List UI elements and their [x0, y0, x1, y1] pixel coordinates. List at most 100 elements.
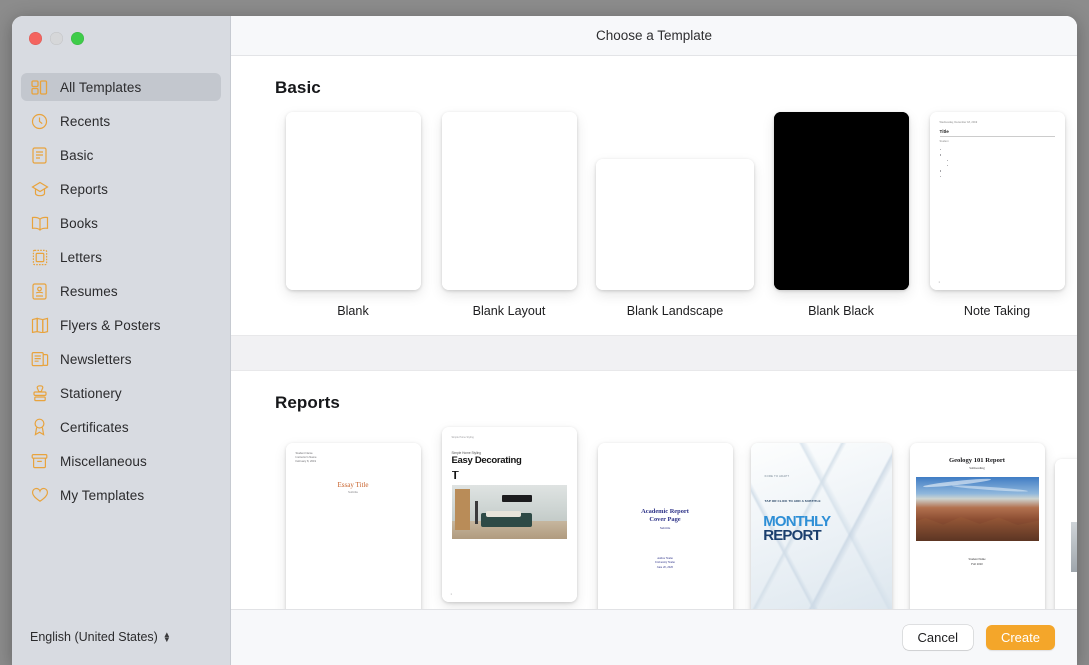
sidebar-item-flyers-posters[interactable]: Flyers & Posters — [21, 311, 221, 339]
thumb-page-number: 1 — [451, 593, 452, 596]
sidebar-item-reports[interactable]: Reports — [21, 175, 221, 203]
create-button[interactable]: Create — [986, 625, 1055, 650]
template-thumbnail[interactable]: Academic Report Cover Page Subtitle Auth… — [598, 443, 733, 609]
sidebar-item-recents[interactable]: Recents — [21, 107, 221, 135]
thumb-kicker: TAP OR CLICK TO ADD A SUBTITLE — [765, 499, 843, 503]
thumb-title: Geology 101 Report — [910, 457, 1045, 464]
template-thumbnail[interactable]: Geology 101 Report Subheading Student Na… — [910, 443, 1045, 609]
thumb-date: June 20, 2020 — [608, 565, 723, 569]
template-card-contemporary-report[interactable]: Simple Home Styling Simple Home Styling … — [431, 427, 587, 609]
template-card-blank-landscape[interactable]: Blank Landscape — [587, 112, 763, 319]
template-gallery[interactable]: Basic Blank — [231, 56, 1077, 609]
template-label: Blank Landscape — [627, 303, 724, 319]
section-reports: Reports Student Name Instructor's Name F… — [231, 371, 1077, 609]
thumb-kicker: Simple Home Styling — [452, 436, 567, 439]
thumb-headline-line2: REPORT — [763, 529, 830, 544]
thumb-title-line1: Academic Report — [608, 508, 723, 516]
window-controls — [12, 16, 230, 60]
sidebar-item-label: Stationery — [60, 386, 122, 401]
sidebar-item-label: Books — [60, 216, 98, 231]
minimize-window-button[interactable] — [50, 32, 63, 45]
zoom-window-button[interactable] — [71, 32, 84, 45]
document-icon — [29, 145, 50, 166]
book-icon — [29, 213, 50, 234]
main-panel: Choose a Template Basic Blank — [231, 16, 1077, 665]
newsletter-icon — [29, 349, 50, 370]
sidebar: All Templates Recents — [12, 16, 231, 665]
template-card-professional-report[interactable]: KORE TO ADAPT TAP OR CLICK TO ADD A SUBT… — [743, 443, 899, 609]
sidebar-item-label: Flyers & Posters — [60, 318, 161, 333]
section-divider — [231, 335, 1077, 371]
template-card-academic-report[interactable]: Academic Report Cover Page Subtitle Auth… — [587, 443, 743, 609]
template-card-essay[interactable]: Student Name Instructor's Name February … — [275, 443, 431, 609]
box-icon — [29, 451, 50, 472]
template-card-partial[interactable] — [1055, 459, 1077, 609]
template-card-blank-black[interactable]: Blank Black — [763, 112, 919, 319]
chevron-up-down-icon: ▲▼ — [163, 632, 171, 642]
thumb-term: Fall 2020 — [910, 562, 1045, 567]
resume-icon — [29, 281, 50, 302]
template-label: Blank Black — [808, 303, 874, 319]
sidebar-item-label: Recents — [60, 114, 110, 129]
sidebar-item-books[interactable]: Books — [21, 209, 221, 237]
sidebar-item-letters[interactable]: Letters — [21, 243, 221, 271]
language-value: English (United States) — [30, 630, 158, 644]
sidebar-item-miscellaneous[interactable]: Miscellaneous — [21, 447, 221, 475]
sidebar-item-newsletters[interactable]: Newsletters — [21, 345, 221, 373]
template-label: Blank — [337, 303, 369, 319]
window-title: Choose a Template — [596, 28, 712, 43]
thumb-brand: KORE TO ADAPT — [765, 475, 790, 478]
thumb-subtitle: Subtitle — [608, 526, 723, 530]
thumb-meta: February 8, 2019 — [296, 460, 411, 464]
section-title: Basic — [231, 56, 1077, 98]
language-popup-button[interactable]: English (United States) ▲▼ — [30, 630, 171, 644]
thumb-title: Essay Title — [296, 481, 411, 489]
template-card-blank-layout[interactable]: Blank Layout — [431, 112, 587, 319]
thumb-headline: Easy Decorating — [452, 456, 567, 466]
sidebar-item-label: My Templates — [60, 488, 144, 503]
thumb-photo-bedroom — [452, 485, 567, 539]
template-row-reports: Student Name Instructor's Name February … — [231, 413, 1077, 609]
thumb-subtitle: Subheading — [910, 466, 1045, 470]
title-bar: Choose a Template — [231, 16, 1077, 56]
template-thumbnail[interactable]: KORE TO ADAPT TAP OR CLICK TO ADD A SUBT… — [751, 443, 892, 609]
cancel-button[interactable]: Cancel — [903, 625, 973, 650]
close-window-button[interactable] — [29, 32, 42, 45]
sidebar-item-basic[interactable]: Basic — [21, 141, 221, 169]
sidebar-footer: English (United States) ▲▼ — [12, 609, 230, 665]
heart-icon — [29, 485, 50, 506]
sidebar-item-label: Basic — [60, 148, 94, 163]
template-row-basic: Blank Blank Layout — [231, 98, 1077, 319]
choose-template-window: All Templates Recents — [12, 16, 1077, 665]
sidebar-item-resumes[interactable]: Resumes — [21, 277, 221, 305]
template-thumbnail[interactable] — [442, 112, 577, 290]
sidebar-item-certificates[interactable]: Certificates — [21, 413, 221, 441]
sidebar-item-my-templates[interactable]: My Templates — [21, 481, 221, 509]
template-thumbnail[interactable] — [774, 112, 909, 290]
sidebar-item-stationery[interactable]: Stationery — [21, 379, 221, 407]
rubber-stamp-icon — [29, 383, 50, 404]
template-thumbnail[interactable]: Simple Home Styling Simple Home Styling … — [442, 427, 577, 602]
template-card-blank[interactable]: Blank — [275, 112, 431, 319]
template-thumbnail[interactable]: Student Name Instructor's Name February … — [286, 443, 421, 609]
thumb-photo-canyon — [916, 477, 1039, 541]
template-thumbnail[interactable]: Wednesday, December 18, 2019 Title Stude… — [930, 112, 1065, 290]
sidebar-item-label: Certificates — [60, 420, 129, 435]
thumb-photo-architecture: KORE TO ADAPT TAP OR CLICK TO ADD A SUBT… — [751, 443, 892, 609]
sidebar-item-label: Reports — [60, 182, 108, 197]
template-card-term-paper[interactable]: Geology 101 Report Subheading Student Na… — [899, 443, 1055, 609]
template-thumbnail[interactable] — [1055, 459, 1077, 609]
graduation-icon — [29, 179, 50, 200]
template-label: Blank Layout — [473, 303, 546, 319]
ribbon-icon — [29, 417, 50, 438]
template-thumbnail[interactable] — [596, 159, 754, 290]
sidebar-item-all-templates[interactable]: All Templates — [21, 73, 221, 101]
template-label: Note Taking — [964, 303, 1030, 319]
grid-icon — [29, 77, 50, 98]
template-thumbnail[interactable] — [286, 112, 421, 290]
template-category-list: All Templates Recents — [12, 60, 230, 609]
section-basic: Basic Blank — [231, 56, 1077, 319]
template-card-note-taking[interactable]: Wednesday, December 18, 2019 Title Stude… — [919, 112, 1075, 319]
thumb-page-number: 1 — [939, 281, 940, 284]
thumb-title-line2: Cover Page — [608, 516, 723, 524]
